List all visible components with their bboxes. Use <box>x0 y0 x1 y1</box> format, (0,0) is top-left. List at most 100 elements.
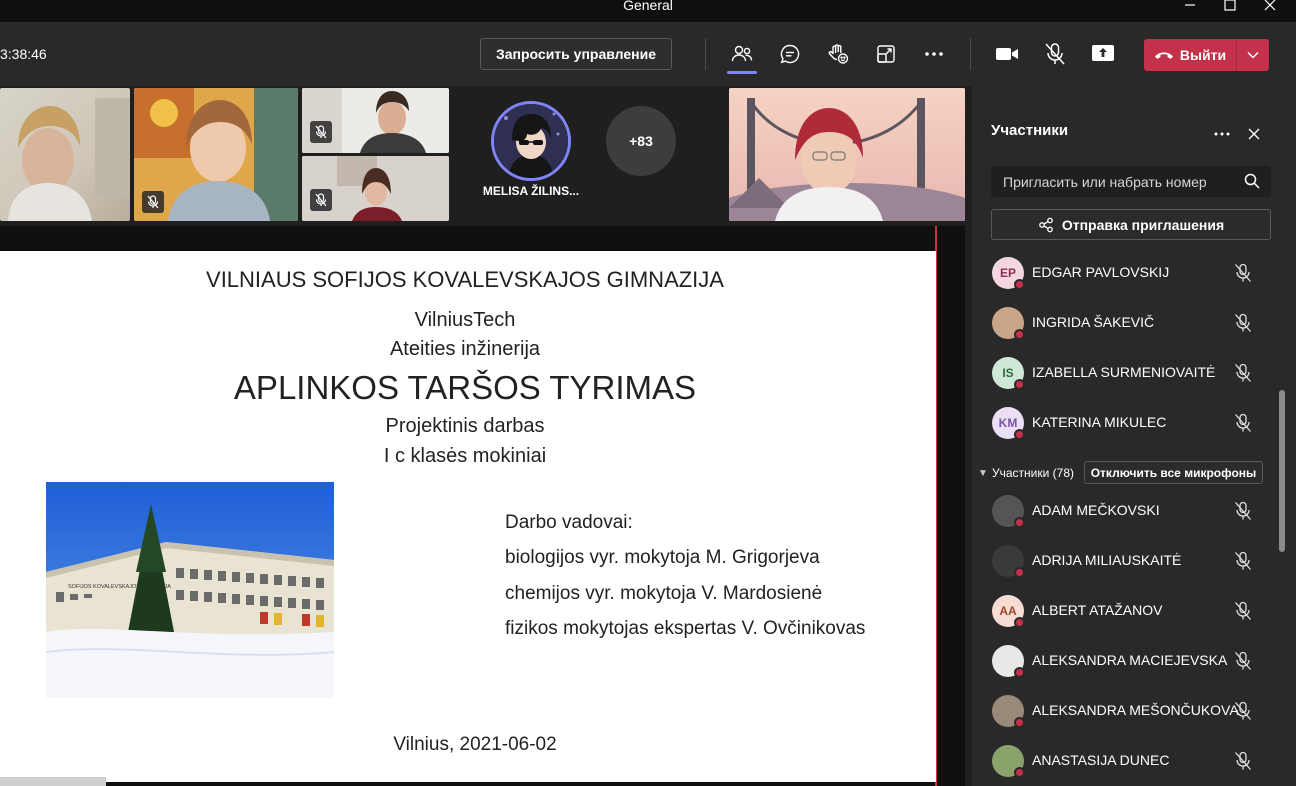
participant-name: IZABELLA SURMENIOVAITĖ <box>1032 364 1216 380</box>
participant-name: ALBERT ATAŽANOV <box>1032 602 1163 618</box>
microphone-muted-icon[interactable] <box>1039 38 1071 70</box>
video-tile-participant-3[interactable] <box>302 88 449 153</box>
close-icon[interactable] <box>1255 0 1285 16</box>
share-screen-icon[interactable] <box>1087 38 1119 70</box>
video-tile-participant-4[interactable] <box>302 156 449 221</box>
search-icon[interactable] <box>1244 173 1262 191</box>
muted-badge-icon <box>142 191 164 213</box>
participant-row[interactable]: AA ALBERT ATAŽANOV <box>980 586 1265 636</box>
more-participants-count[interactable]: +83 <box>606 106 676 176</box>
microphone-muted-icon[interactable] <box>1234 363 1254 383</box>
participant-name: ADRIJA MILIAUSKAITĖ <box>1032 552 1182 568</box>
toolbar-divider <box>705 38 706 70</box>
status-badge <box>1014 617 1025 628</box>
slide-supervisor-1: biologijos vyr. mokytoja M. Grigorjeva <box>505 547 820 568</box>
participant-name: EDGAR PAVLOVSKIJ <box>1032 264 1170 280</box>
muted-badge-icon <box>310 121 332 143</box>
slide-scroll-indicator <box>0 777 106 786</box>
panel-close-icon[interactable] <box>1243 123 1265 145</box>
participant-name: ALEKSANDRA MEŠONČUKOVA <box>1032 702 1239 718</box>
video-tile-participant-1[interactable] <box>0 88 130 221</box>
invite-search-input[interactable] <box>991 166 1271 197</box>
share-tray-icon[interactable] <box>870 38 902 70</box>
slide-class: I c klasės mokiniai <box>383 445 547 467</box>
panel-title: Участники <box>991 122 1069 139</box>
reactions-icon[interactable] <box>822 38 854 70</box>
participant-row[interactable]: ALEKSANDRA MACIEJEVSKA <box>980 636 1265 686</box>
status-badge <box>1014 429 1025 440</box>
leave-button[interactable]: Выйти <box>1144 39 1269 71</box>
participant-row[interactable]: ADAM MEČKOVSKI <box>980 486 1265 536</box>
microphone-muted-icon[interactable] <box>1234 313 1254 333</box>
status-badge <box>1014 767 1025 778</box>
status-badge <box>1014 329 1025 340</box>
microphone-muted-icon[interactable] <box>1234 701 1254 721</box>
participant-name: KATERINA MIKULEC <box>1032 414 1167 430</box>
microphone-muted-icon[interactable] <box>1234 651 1254 671</box>
status-badge <box>1014 379 1025 390</box>
slide-footer: Vilnius, 2021-06-02 <box>393 734 557 755</box>
slide-supervisor-2: chemijos vyr. mokytoja V. Mardosienė <box>505 583 823 604</box>
microphone-muted-icon[interactable] <box>1234 263 1254 283</box>
leave-main-button[interactable]: Выйти <box>1144 47 1236 63</box>
status-badge <box>1014 279 1025 290</box>
phone-hangup-icon <box>1154 52 1173 59</box>
participant-name: INGRIDA ŠAKEVIČ <box>1032 314 1155 330</box>
send-invite-button[interactable]: Отправка приглашения <box>991 209 1271 240</box>
meeting-toolbar: 3:38:46 Запросить управление Выйти <box>0 22 1296 86</box>
participant-avatar[interactable] <box>491 101 571 181</box>
slide-supervisor-3: fizikos mokytojas ekspertas V. Ovčinikov… <box>505 618 866 639</box>
mute-all-button[interactable]: Отключить все микрофоны <box>1084 461 1263 484</box>
panel-more-icon[interactable] <box>1211 123 1233 145</box>
participant-name: ADAM MEČKOVSKI <box>1032 502 1160 518</box>
participant-row[interactable]: IS IZABELLA SURMENIOVAITĖ <box>980 348 1265 398</box>
participant-row[interactable]: KM KATERINA MIKULEC <box>980 398 1265 448</box>
chat-icon[interactable] <box>774 38 806 70</box>
participant-video-feed <box>729 88 965 221</box>
chevron-down-icon[interactable] <box>1237 51 1269 59</box>
window-title: General <box>623 0 673 13</box>
participant-row[interactable]: ADRIJA MILIAUSKAITĖ <box>980 536 1265 586</box>
meeting-timer: 3:38:46 <box>0 46 47 62</box>
send-invite-label: Отправка приглашения <box>1061 216 1225 233</box>
more-options-icon[interactable] <box>918 38 950 70</box>
slide-program: Ateities inžinerija <box>389 338 541 360</box>
camera-icon[interactable] <box>991 38 1023 70</box>
request-control-button[interactable]: Запросить управление <box>480 38 672 70</box>
school-building-photo: SOFIJOS KOVALEVSKAJOS GIMNAZIJA <box>46 482 334 698</box>
teams-meeting-window: General 3:38:46 Запросить управление Вый… <box>0 0 1296 786</box>
microphone-muted-icon[interactable] <box>1234 551 1254 571</box>
panel-scrollbar[interactable] <box>1279 390 1285 552</box>
participant-row[interactable]: ALEKSANDRA MEŠONČUKOVA <box>980 686 1265 736</box>
chevron-down-icon[interactable]: ▼ <box>978 468 988 479</box>
video-tile-participant-2[interactable] <box>134 88 298 221</box>
section-label: Участники (78) <box>992 466 1075 480</box>
slide-partner: VilniusTech <box>414 309 516 331</box>
participant-row[interactable]: EP EDGAR PAVLOVSKIJ <box>980 248 1265 298</box>
microphone-muted-icon[interactable] <box>1234 501 1254 521</box>
status-badge <box>1014 667 1025 678</box>
slide-school-name: VILNIAUS SOFIJOS KOVALEVSKAJOS GIMNAZIJA <box>206 267 724 292</box>
slide-title: APLINKOS TARŠOS TYRIMAS <box>233 369 697 406</box>
minimize-icon[interactable] <box>1175 0 1205 16</box>
video-tile-participant-5[interactable] <box>729 88 965 221</box>
title-bar: General <box>0 0 1296 22</box>
participant-row[interactable]: ANASTASIJA DUNEC <box>980 736 1265 786</box>
status-badge <box>1014 717 1025 728</box>
share-link-icon <box>1038 217 1053 232</box>
participant-name: ANASTASIJA DUNEC <box>1032 752 1170 768</box>
spotlight-participant-name: MELISA ŽILINS... <box>482 184 580 198</box>
status-badge <box>1014 567 1025 578</box>
maximize-icon[interactable] <box>1215 0 1245 16</box>
participant-row[interactable]: INGRIDA ŠAKEVIČ <box>980 298 1265 348</box>
muted-badge-icon <box>310 189 332 211</box>
microphone-muted-icon[interactable] <box>1234 751 1254 771</box>
status-badge <box>1014 517 1025 528</box>
participant-name: ALEKSANDRA MACIEJEVSKA <box>1032 652 1228 668</box>
participants-active-indicator <box>727 71 757 74</box>
microphone-muted-icon[interactable] <box>1234 601 1254 621</box>
microphone-muted-icon[interactable] <box>1234 413 1254 433</box>
participant-video-feed <box>8 98 130 221</box>
anime-avatar-image <box>494 104 568 178</box>
participants-icon[interactable] <box>726 38 758 70</box>
